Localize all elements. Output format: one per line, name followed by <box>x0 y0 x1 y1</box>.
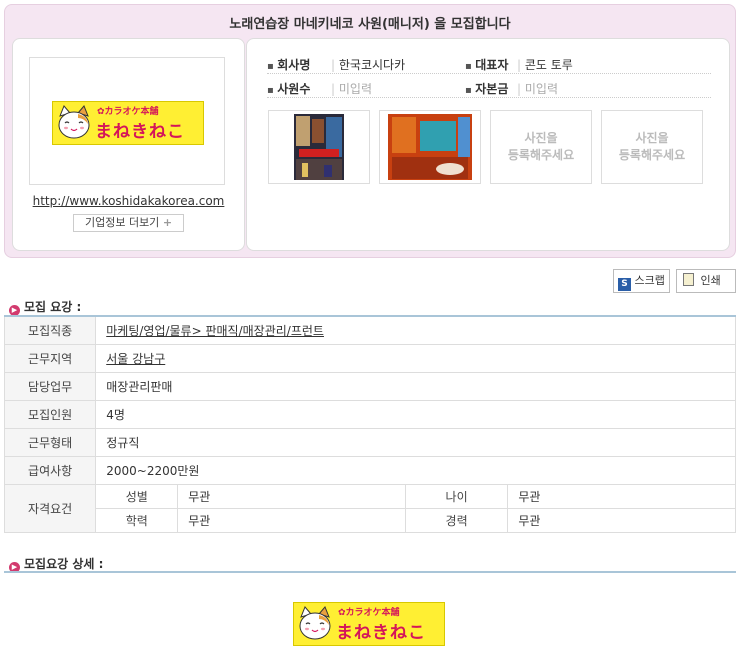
company-photo-1[interactable] <box>268 110 370 184</box>
table-row: 급여사항 2000~2200만원 <box>3 455 736 485</box>
value-ceo: 콘도 토루 <box>524 58 573 72</box>
photo-slot-3[interactable]: 사진을 등록해주세요 <box>490 110 592 184</box>
sub-value: 무관 <box>507 507 736 533</box>
table-row: 근무지역 서울 강남구 <box>3 343 736 373</box>
row-label: 담당업무 <box>3 371 97 401</box>
label-capital: 자본금 <box>465 82 508 96</box>
row-label: 근무형태 <box>3 427 97 457</box>
sub-value: 무관 <box>507 483 736 509</box>
company-logo: ✿カラオケ本舗 まねきねこ <box>52 101 204 145</box>
photo-placeholder-text: 사진을 등록해주세요 <box>507 131 575 162</box>
row-label: 모집인원 <box>3 399 97 429</box>
page-title: 노래연습장 마네키네코 사원(매니저) 을 모집합니다 <box>229 17 511 32</box>
row-value: 2000~2200만원 <box>95 455 736 485</box>
table-row: 자격요건 성별 무관 나이 무관 <box>3 483 736 533</box>
value-company-name: 한국코시다카 <box>338 58 406 72</box>
logo-maintext: まねきねこ <box>95 122 185 142</box>
street-photo-image <box>294 114 344 180</box>
row-label: 급여사항 <box>3 455 97 485</box>
logo-subtext: ✿カラオケ本舗 <box>97 107 159 117</box>
scrap-button[interactable]: S 스크랩 <box>613 269 670 293</box>
table-row: 담당업무 매장관리판매 <box>3 371 736 401</box>
company-summary-box: 노래연습장 마네키네코 사원(매니저) 을 모집합니다 ✿カラオケ本舗 まねきね… <box>4 4 736 258</box>
company-logo-panel: ✿カラオケ本舗 まねきねこ http://www.koshidakakorea.… <box>12 38 245 251</box>
sub-label: 성별 <box>95 483 179 509</box>
cat-logo-icon <box>58 105 90 139</box>
row-label: 근무지역 <box>3 343 97 373</box>
sub-value: 무관 <box>177 507 406 533</box>
sub-label: 나이 <box>404 483 509 509</box>
label-employees: 사원수 <box>267 82 310 96</box>
logo-subtext: ✿カラオケ本舗 <box>338 608 400 618</box>
table-row: 학력 무관 경력 무관 <box>5 507 736 533</box>
company-url-link[interactable]: http://www.koshidakakorea.com <box>13 194 244 208</box>
recruit-section-title: ▶ 모집 요강 : <box>9 298 81 316</box>
info-row-2: 사원수 | 미입력 자본금 | 미입력 <box>267 76 711 98</box>
row-value: 매장관리판매 <box>95 371 736 401</box>
cat-logo-icon <box>299 606 331 640</box>
room-photo-image <box>388 114 472 180</box>
row-value: 정규직 <box>95 427 736 457</box>
print-icon <box>683 273 694 286</box>
sub-label: 경력 <box>404 507 509 533</box>
work-area-link[interactable]: 서울 강남구 <box>106 352 165 366</box>
row-label: 모집직종 <box>3 315 97 345</box>
logo-frame: ✿カラオケ本舗 まねきねこ <box>29 57 225 185</box>
photo-placeholder-text: 사진을 등록해주세요 <box>618 131 686 162</box>
label-ceo: 대표자 <box>465 58 508 72</box>
company-info-panel: 회사명 | 한국코시다카 대표자 | 콘도 토루 사원수 | 미입력 자본금 |… <box>246 38 730 251</box>
label-company-name: 회사명 <box>267 58 310 72</box>
plus-icon: + <box>162 216 173 229</box>
table-row: 근무형태 정규직 <box>3 427 736 457</box>
recruit-table: 모집직종 마케팅/영업/물류> 판매직/매장관리/프런트 근무지역 서울 강남구… <box>3 315 736 533</box>
table-row: 모집인원 4명 <box>3 399 736 429</box>
row-value: 4명 <box>95 399 736 429</box>
detail-company-logo: ✿カラオケ本舗 まねきねこ <box>293 602 445 646</box>
info-row-1: 회사명 | 한국코시다카 대표자 | 콘도 토루 <box>267 52 711 74</box>
table-row: 모집직종 마케팅/영업/물류> 판매직/매장관리/프런트 <box>3 315 736 345</box>
scrap-label: 스크랩 <box>634 274 665 287</box>
row-label: 자격요건 <box>3 483 97 533</box>
logo-maintext: まねきねこ <box>336 623 426 643</box>
value-capital: 미입력 <box>524 82 558 96</box>
print-label: 인쇄 <box>700 274 721 287</box>
detail-divider <box>4 571 736 573</box>
value-employees: 미입력 <box>338 82 372 96</box>
company-photo-2[interactable] <box>379 110 481 184</box>
print-button[interactable]: 인쇄 <box>676 269 736 293</box>
sub-label: 학력 <box>95 507 179 533</box>
company-info-more-button[interactable]: 기업정보 더보기 + <box>73 214 184 232</box>
sub-value: 무관 <box>177 483 406 509</box>
scrap-icon: S <box>618 278 631 291</box>
more-button-label: 기업정보 더보기 <box>84 216 160 229</box>
photo-slot-4[interactable]: 사진을 등록해주세요 <box>601 110 703 184</box>
job-category-link[interactable]: 마케팅/영업/물류> 판매직/매장관리/프런트 <box>106 324 324 338</box>
